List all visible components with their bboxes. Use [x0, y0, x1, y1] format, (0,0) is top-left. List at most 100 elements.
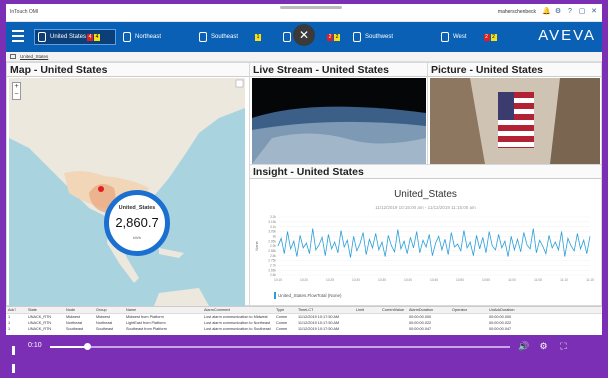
- panel-title: Picture - United States: [431, 64, 544, 76]
- close-window-icon[interactable]: ✕: [590, 8, 598, 16]
- x-tick-label: 10:25: [326, 278, 334, 282]
- tab-southeast[interactable]: Southeast 1: [196, 29, 276, 45]
- alarm-badge: 2: [490, 33, 497, 41]
- screen-icon: [123, 32, 131, 42]
- app-title: InTouch OMI: [10, 9, 39, 15]
- table-cell: 11/12/2019 10:17:50 AM: [298, 315, 340, 319]
- y-tick-label: 3k: [273, 235, 277, 239]
- gauge-unit: kWh: [133, 235, 141, 240]
- table-cell: UNACK_RTN: [28, 315, 52, 319]
- table-cell: 11/12/2019 10:17:50 AM: [298, 321, 340, 325]
- x-tick-label: 10:30: [352, 278, 360, 282]
- column-header[interactable]: Operator: [452, 308, 467, 312]
- hamburger-menu-icon[interactable]: [12, 30, 24, 42]
- legend-label: United_States.FlowTotal (None): [278, 293, 342, 298]
- table-cell: Southeast: [96, 327, 114, 331]
- close-overlay-button[interactable]: ✕: [293, 24, 315, 46]
- bell-icon[interactable]: 🔔: [542, 8, 551, 16]
- title-bar: InTouch OMI maherschenbeck 🔔 ⚙ ? ▢ ✕: [6, 4, 602, 22]
- y-tick-label: 2.9k: [270, 244, 276, 248]
- settings-icon[interactable]: ⚙: [554, 8, 562, 16]
- table-cell: 1: [8, 327, 11, 331]
- x-tick-label: 11:00: [508, 278, 516, 282]
- tab-northeast[interactable]: Northeast: [120, 29, 190, 45]
- video-player-bar: 0:10 🔊 ⚙ ⛶: [0, 336, 608, 373]
- table-cell: UNACK_RTN: [28, 321, 52, 325]
- alarm-badge: 2: [327, 33, 333, 41]
- tab-west[interactable]: West 2 2: [438, 29, 508, 45]
- column-header[interactable]: TimeLCT: [298, 308, 313, 312]
- breadcrumb: United_States: [6, 52, 602, 62]
- earth-image: [252, 106, 426, 164]
- table-cell: Comm: [276, 315, 288, 319]
- tab-label: Southwest: [365, 34, 394, 40]
- tab-southwest[interactable]: Southwest: [350, 29, 426, 45]
- table-cell: Southeast from Platform: [126, 327, 167, 331]
- y-tick-label: 2.6k: [270, 273, 276, 277]
- column-header[interactable]: Type: [276, 308, 284, 312]
- column-header[interactable]: AlarmDuration: [409, 308, 433, 312]
- table-cell: Lost alarm communication to Northeast: [204, 321, 271, 325]
- column-header[interactable]: UnAckDuration: [489, 308, 515, 312]
- insight-chart[interactable]: None3.2k3.15k3.1k3.05k3k2.95k2.9k2.85k2.…: [250, 213, 602, 293]
- seek-handle[interactable]: [83, 343, 91, 350]
- home-icon[interactable]: [10, 54, 16, 59]
- fullscreen-icon[interactable]: ⛶: [558, 341, 569, 352]
- gauge-circle[interactable]: United_States 2,860.7 kWh: [104, 190, 170, 256]
- table-cell: 00:00:00.000: [489, 315, 512, 319]
- playback-time: 0:10: [28, 342, 42, 349]
- screen-icon: [441, 32, 449, 42]
- table-cell: Lost alarm communication to Midwest: [204, 315, 268, 319]
- tab-united-states[interactable]: United States 4 4: [34, 29, 116, 45]
- chart-title: United_States: [394, 189, 457, 200]
- pause-icon[interactable]: [12, 342, 20, 373]
- column-header[interactable]: Ack?: [8, 308, 16, 312]
- panel-title: Live Stream - United States: [253, 64, 389, 76]
- zoom-control[interactable]: + −: [12, 82, 21, 100]
- y-tick-label: 3.05k: [268, 230, 276, 234]
- screen-icon: [353, 32, 361, 42]
- alarm-table: Ack? State Node Group Name AlarmComment Type Ti…: [6, 306, 602, 335]
- table-cell: 00:00:00.000: [409, 315, 432, 319]
- column-header[interactable]: Limit: [356, 308, 364, 312]
- column-header[interactable]: Group: [96, 308, 107, 312]
- panel-title: Insight - United States: [253, 166, 364, 178]
- column-header[interactable]: Name: [126, 308, 136, 312]
- y-tick-label: 2.85k: [268, 249, 276, 253]
- table-cell: 00:00:00.047: [489, 327, 512, 331]
- table-cell: Midwest: [96, 315, 110, 319]
- y-axis-label: None: [254, 240, 259, 250]
- y-tick-label: 2.65k: [268, 268, 276, 272]
- help-icon[interactable]: ?: [566, 8, 574, 16]
- drag-handle[interactable]: [280, 6, 342, 9]
- insight-panel: Insight - United States United_States 11…: [249, 164, 602, 306]
- alarm-badge: 4: [94, 33, 101, 41]
- table-row[interactable]: 1 UNACK_RTN Southeast Southeast Southeast fr…: [6, 327, 602, 333]
- table-header: Ack? State Node Group Name AlarmComment Type Ti…: [6, 307, 602, 314]
- map-view[interactable]: + − United_States 2,860.7 kWh: [9, 78, 245, 306]
- alarm-badge: 1: [255, 33, 262, 41]
- settings-gear-icon[interactable]: ⚙: [538, 341, 549, 352]
- alarm-badge: 4: [87, 33, 94, 41]
- live-video[interactable]: [252, 78, 426, 164]
- column-header[interactable]: State: [28, 308, 37, 312]
- breadcrumb-item[interactable]: United_States: [20, 54, 48, 59]
- column-header[interactable]: AlarmComment: [204, 308, 230, 312]
- x-tick-label: 10:50: [456, 278, 464, 282]
- volume-icon[interactable]: 🔊: [518, 341, 529, 352]
- column-header[interactable]: Node: [66, 308, 75, 312]
- table-cell: LightEast from Platform: [126, 321, 166, 325]
- x-tick-label: 11:05: [534, 278, 542, 282]
- chart-subtitle: 11/12/2019 10:15:00 am - 11/12/2019 11:1…: [375, 205, 476, 210]
- chart-legend[interactable]: United_States.FlowTotal (None): [274, 292, 342, 299]
- map-marker[interactable]: [98, 186, 104, 192]
- map-panel: Map - United States + − United_States 2,8…: [6, 62, 250, 306]
- column-header[interactable]: CurrentValue: [382, 308, 404, 312]
- app-window: InTouch OMI maherschenbeck 🔔 ⚙ ? ▢ ✕ Uni…: [6, 4, 602, 335]
- seek-bar[interactable]: [50, 346, 510, 348]
- maximize-icon[interactable]: ▢: [578, 8, 586, 16]
- screen-icon: [283, 32, 291, 42]
- panel-title: Map - United States: [10, 64, 108, 76]
- tab-label: Southeast: [211, 34, 239, 40]
- legend-swatch: [274, 292, 276, 299]
